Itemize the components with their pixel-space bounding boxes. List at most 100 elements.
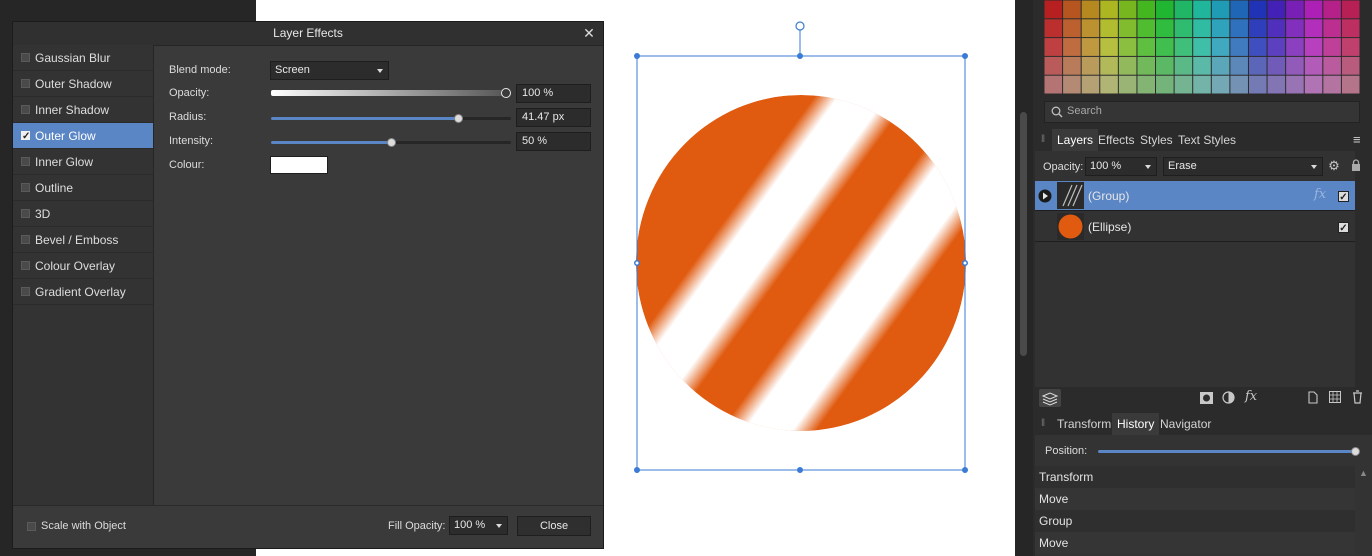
swatch-cell[interactable] <box>1193 75 1211 94</box>
fx-icon[interactable]: fx <box>1245 389 1257 404</box>
swatch-cell[interactable] <box>1100 19 1118 38</box>
checkbox-checked[interactable]: ✓ <box>21 131 30 142</box>
swatch-cell[interactable] <box>1063 38 1081 56</box>
radius-slider[interactable] <box>271 117 511 120</box>
tab-layers[interactable]: Layers <box>1052 129 1099 151</box>
checkbox[interactable] <box>21 79 30 88</box>
swatch-cell[interactable] <box>1230 56 1248 75</box>
swatch-cell[interactable] <box>1230 75 1248 94</box>
swatch-cell[interactable] <box>1248 38 1267 56</box>
swatch-cell[interactable] <box>1081 75 1100 94</box>
history-item[interactable]: Group <box>1035 510 1355 532</box>
close-button[interactable]: Close <box>517 516 591 536</box>
layer-row-group[interactable]: (Group) fx ✓ <box>1035 181 1355 211</box>
swatch-cell[interactable] <box>1323 0 1341 19</box>
trash-icon[interactable] <box>1352 390 1363 404</box>
swatch-cell[interactable] <box>1304 75 1323 94</box>
blend-mode-dropdown[interactable]: Screen <box>270 61 389 80</box>
swatch-cell[interactable] <box>1137 0 1156 19</box>
expand-arrow-icon[interactable] <box>1038 189 1052 203</box>
checkbox[interactable] <box>21 209 30 218</box>
swatch-cell[interactable] <box>1286 75 1304 94</box>
swatch-cell[interactable] <box>1100 0 1118 19</box>
colour-swatch[interactable] <box>270 156 328 174</box>
swatch-cell[interactable] <box>1100 56 1118 75</box>
history-item[interactable]: Move <box>1035 532 1355 554</box>
swatch-cell[interactable] <box>1248 56 1267 75</box>
swatch-cell[interactable] <box>1341 75 1360 94</box>
effect-inner-glow[interactable]: Inner Glow <box>13 149 153 175</box>
mask-icon[interactable] <box>1200 392 1213 404</box>
tab-effects[interactable]: Effects <box>1093 129 1139 151</box>
swatch-cell[interactable] <box>1137 56 1156 75</box>
swatch-cell[interactable] <box>1304 38 1323 56</box>
search-box[interactable]: Search <box>1044 101 1360 123</box>
layer-row-ellipse[interactable]: (Ellipse) ✓ <box>1035 212 1355 242</box>
swatch-cell[interactable] <box>1267 75 1286 94</box>
swatch-cell[interactable] <box>1230 0 1248 19</box>
close-icon[interactable]: ✕ <box>581 25 597 41</box>
intensity-slider-knob[interactable] <box>387 138 396 147</box>
swatch-cell[interactable] <box>1118 75 1137 94</box>
swatch-cell[interactable] <box>1193 38 1211 56</box>
layer-opacity-dropdown[interactable]: 100 % <box>1085 157 1157 176</box>
swatch-cell[interactable] <box>1118 38 1137 56</box>
swatch-cell[interactable] <box>1304 56 1323 75</box>
checkbox[interactable] <box>21 183 30 192</box>
drag-grip-icon[interactable]: ‖ <box>1041 134 1045 145</box>
checkbox[interactable] <box>21 235 30 244</box>
swatch-cell[interactable] <box>1174 0 1193 19</box>
tab-styles[interactable]: Styles <box>1135 129 1178 151</box>
fill-opacity-dropdown[interactable]: 100 % <box>449 516 508 535</box>
checkbox[interactable] <box>21 157 30 166</box>
opacity-slider-knob[interactable] <box>501 88 511 98</box>
swatch-cell[interactable] <box>1323 75 1341 94</box>
swatch-cell[interactable] <box>1341 38 1360 56</box>
scale-with-object-checkbox[interactable] <box>27 522 36 531</box>
swatch-cell[interactable] <box>1081 0 1100 19</box>
swatch-cell[interactable] <box>1304 0 1323 19</box>
visibility-checkbox[interactable]: ✓ <box>1338 222 1349 234</box>
swatch-cell[interactable] <box>1248 75 1267 94</box>
tab-history[interactable]: History <box>1112 413 1160 435</box>
swatch-cell[interactable] <box>1156 38 1174 56</box>
radius-slider-knob[interactable] <box>454 114 464 123</box>
swatch-cell[interactable] <box>1100 38 1118 56</box>
swatch-cell[interactable] <box>1118 0 1137 19</box>
swatch-cell[interactable] <box>1156 75 1174 94</box>
swatch-cell[interactable] <box>1230 19 1248 38</box>
swatch-cell[interactable] <box>1323 19 1341 38</box>
visibility-checkbox[interactable]: ✓ <box>1338 191 1349 203</box>
layers-stack-icon[interactable] <box>1039 389 1061 407</box>
effect-gradient-overlay[interactable]: Gradient Overlay <box>13 279 153 305</box>
swatch-cell[interactable] <box>1174 38 1193 56</box>
add-layer-icon[interactable] <box>1308 391 1318 404</box>
swatch-cell[interactable] <box>1211 75 1230 94</box>
swatch-cell[interactable] <box>1137 38 1156 56</box>
history-item[interactable]: Move <box>1035 488 1355 510</box>
swatch-cell[interactable] <box>1304 19 1323 38</box>
position-slider-knob[interactable] <box>1351 447 1360 456</box>
swatch-cell[interactable] <box>1044 75 1063 94</box>
swatch-cell[interactable] <box>1341 19 1360 38</box>
swatch-cell[interactable] <box>1081 56 1100 75</box>
opacity-slider[interactable] <box>271 90 507 96</box>
lock-icon[interactable] <box>1351 159 1361 172</box>
swatch-cell[interactable] <box>1156 19 1174 38</box>
gear-icon[interactable]: ⚙ <box>1327 159 1341 173</box>
swatch-cell[interactable] <box>1063 0 1081 19</box>
swatch-cell[interactable] <box>1248 19 1267 38</box>
swatch-cell[interactable] <box>1323 56 1341 75</box>
swatch-cell[interactable] <box>1341 56 1360 75</box>
swatch-cell[interactable] <box>1286 38 1304 56</box>
swatch-cell[interactable] <box>1267 0 1286 19</box>
swatch-cell[interactable] <box>1044 56 1063 75</box>
swatch-cell[interactable] <box>1044 38 1063 56</box>
checkbox[interactable] <box>21 287 30 296</box>
swatch-cell[interactable] <box>1193 0 1211 19</box>
effect-3d[interactable]: 3D <box>13 201 153 227</box>
intensity-field[interactable]: 50 % <box>516 132 591 151</box>
swatch-cell[interactable] <box>1063 19 1081 38</box>
swatch-cell[interactable] <box>1156 0 1174 19</box>
layer-blend-dropdown[interactable]: Erase <box>1163 157 1323 176</box>
